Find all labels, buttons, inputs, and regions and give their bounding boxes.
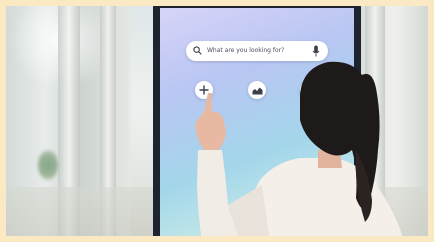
- woman-at-kiosk: [195, 61, 404, 242]
- photo-scene: What are you looking for?: [0, 0, 434, 242]
